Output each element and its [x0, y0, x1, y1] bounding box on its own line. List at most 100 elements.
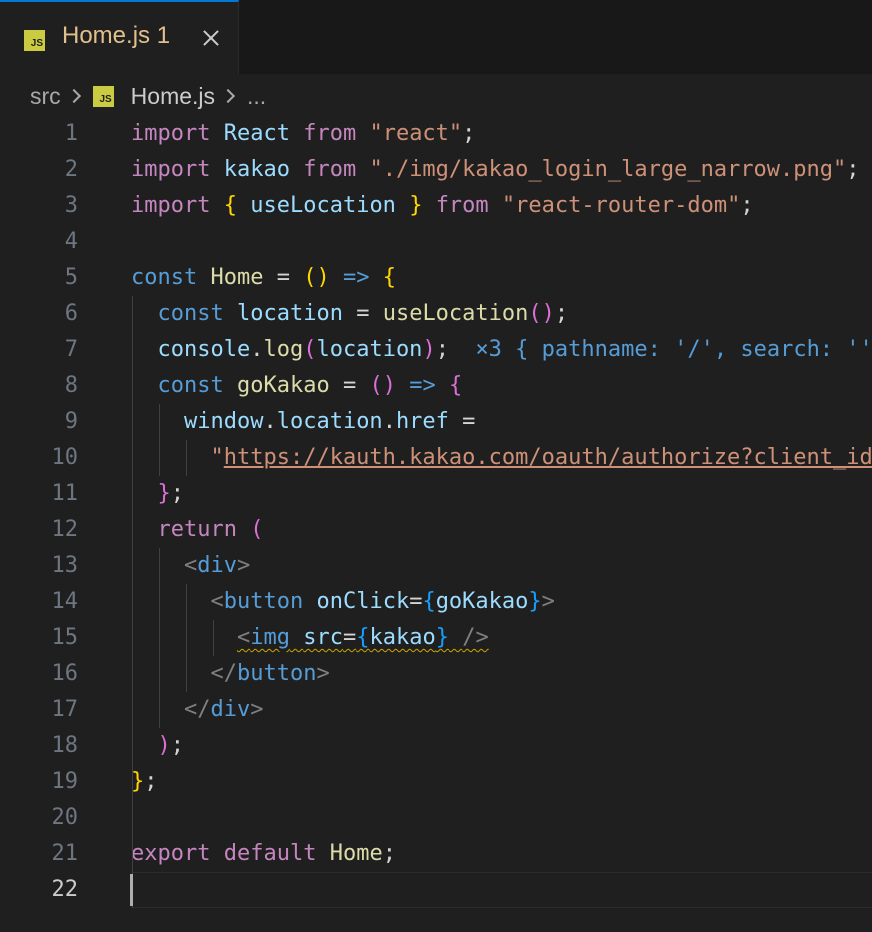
code-token: location	[276, 409, 383, 434]
code-line[interactable]: 13 <div>	[0, 548, 872, 584]
code-text: import React from "react";	[131, 116, 475, 152]
text-cursor	[130, 874, 133, 906]
code-token: from	[435, 193, 489, 218]
code-token: default	[223, 841, 317, 866]
code-token: from	[303, 121, 357, 146]
code-token: src	[303, 625, 343, 650]
code-line[interactable]: 8 const goKakao = () => {	[0, 368, 872, 404]
code-line[interactable]: 5 const Home = () => {	[0, 260, 872, 296]
tab-bar: JS Home.js 1	[0, 0, 872, 74]
code-token: ()	[528, 301, 555, 326]
code-token: {	[382, 265, 396, 290]
javascript-file-icon: JS	[24, 30, 45, 51]
tab-title: Home.js 1	[62, 22, 171, 49]
line-number: 13	[51, 553, 79, 578]
code-line[interactable]: 17 </div>	[0, 692, 872, 728]
code-token: >	[541, 589, 555, 614]
breadcrumb-more[interactable]: ...	[247, 83, 266, 110]
code-line[interactable]: 3 import { useLocation } from "react-rout…	[0, 188, 872, 224]
code-text: return (	[131, 512, 264, 548]
line-number: 22	[51, 877, 79, 902]
code-line[interactable]: 12 return (	[0, 512, 872, 548]
code-token: div	[210, 697, 251, 722]
code-token: div	[197, 553, 237, 578]
code-line[interactable]: 21 export default Home;	[0, 836, 872, 872]
code-line[interactable]: 2 import kakao from "./img/kakao_login_la…	[0, 152, 872, 188]
code-token: return	[157, 517, 237, 542]
line-number: 4	[64, 229, 78, 254]
code-line[interactable]: 10 "https://kauth.kakao.com/oauth/author…	[0, 440, 872, 476]
code-token: =>	[342, 265, 370, 290]
code-line[interactable]: 20	[0, 800, 872, 836]
code-line[interactable]: 14 <button onClick={goKakao}>	[0, 584, 872, 620]
code-token: location	[236, 301, 343, 326]
code-line[interactable]: 6 const location = useLocation();	[0, 296, 872, 332]
code-token: "react-router-dom"	[501, 193, 741, 218]
code-token: {	[356, 625, 370, 650]
code-token: Home	[210, 265, 264, 290]
indent-guide	[159, 548, 160, 728]
code-text: export default Home;	[131, 836, 396, 872]
code-token: onClick	[316, 589, 410, 614]
code-line[interactable]: 4	[0, 224, 872, 260]
code-line[interactable]: 11 };	[0, 476, 872, 512]
line-number: 19	[51, 769, 79, 794]
code-line[interactable]: 1 import React from "react";	[0, 116, 872, 152]
line-number: 12	[51, 517, 79, 542]
code-token: location	[316, 337, 423, 362]
code-editor[interactable]: 22 21 export default Home; 20 19}; 18 ); 17 </…	[0, 116, 872, 932]
breadcrumb-file[interactable]: Home.js	[131, 83, 215, 110]
tab-home-js[interactable]: JS Home.js 1	[0, 0, 239, 74]
code-token: console	[157, 337, 251, 362]
code-line[interactable]: 9 window.location.href =	[0, 404, 872, 440]
code-token: ;	[740, 193, 754, 218]
code-text: const Home = () => {	[131, 260, 396, 296]
code-text: const goKakao = () => {	[131, 368, 463, 404]
line-number: 16	[51, 661, 79, 686]
code-text: <div>	[131, 548, 250, 584]
line-number: 20	[51, 805, 79, 830]
code-text: </button>	[131, 656, 330, 692]
code-token: ;	[554, 301, 569, 326]
code-token: >	[316, 661, 330, 686]
code-token: goKakao	[236, 373, 330, 398]
code-line[interactable]: 7 console.log(location); ×3 { pathname: …	[0, 332, 872, 368]
code-text: <img src={kakao} />	[131, 620, 489, 656]
code-token: <	[210, 589, 224, 614]
code-line[interactable]: 18 );	[0, 728, 872, 764]
code-token: }	[528, 589, 542, 614]
code-line[interactable]: 16 </button>	[0, 656, 872, 692]
code-token: =	[342, 625, 357, 650]
code-text: );	[131, 728, 185, 764]
code-text: </div>	[131, 692, 264, 728]
line-number: 9	[64, 409, 78, 434]
current-line-highlight	[131, 872, 872, 908]
breadcrumb-folder[interactable]: src	[30, 83, 61, 110]
line-number: 17	[51, 697, 79, 722]
code-line[interactable]: 15 <img src={kakao} />	[0, 620, 872, 656]
code-text: "https://kauth.kakao.com/oauth/authorize…	[131, 440, 872, 476]
code-token: =	[342, 301, 383, 326]
close-icon[interactable]	[199, 26, 223, 50]
code-token: window	[183, 409, 264, 434]
code-token: button	[236, 661, 317, 686]
line-number: 1	[64, 121, 78, 146]
code-token: {	[448, 373, 463, 398]
code-line[interactable]: 19};	[0, 764, 872, 800]
